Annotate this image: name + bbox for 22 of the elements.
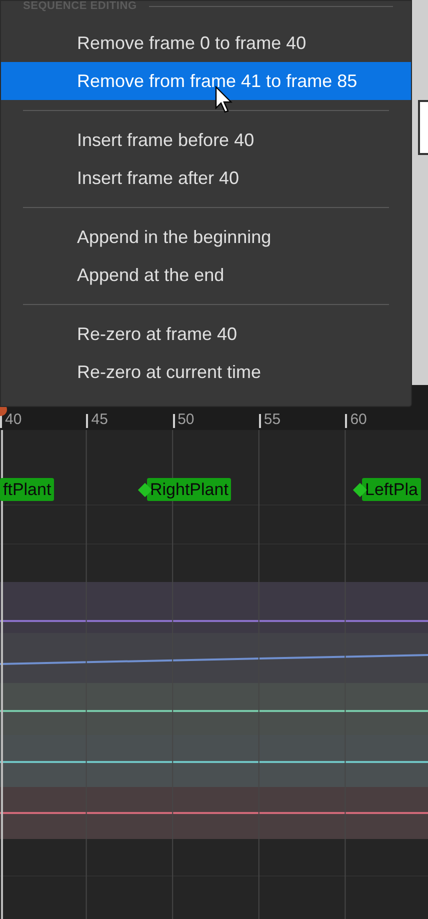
tick-label: 60 [350, 412, 367, 428]
notify-tag[interactable]: RightPlant [147, 478, 232, 501]
tick-mark [258, 414, 261, 428]
menu-item[interactable]: Insert frame before 40 [1, 121, 411, 159]
tick-mark [345, 414, 348, 428]
menu-item[interactable]: Append at the end [1, 256, 411, 294]
notify-tag[interactable]: ftPlant [0, 478, 54, 501]
tick-label: 55 [264, 412, 281, 428]
tick-mark [86, 414, 88, 428]
menu-item[interactable]: Re-zero at current time [1, 353, 411, 391]
menu-item[interactable]: Insert frame after 40 [1, 159, 411, 197]
tick-mark [172, 414, 175, 428]
menu-item[interactable]: Remove from frame 41 to frame 85 [1, 62, 411, 100]
input-field[interactable] [418, 100, 428, 155]
tick-label: 40 [5, 412, 22, 428]
notify-tag[interactable]: LeftPla [362, 478, 421, 501]
cursor-icon [215, 86, 233, 113]
tick-label: 50 [178, 412, 194, 428]
menu-item[interactable]: Remove frame 0 to frame 40 [1, 24, 411, 62]
tick-label: 45 [91, 412, 108, 428]
menu-item[interactable]: Re-zero at frame 40 [1, 315, 411, 353]
menu-item[interactable]: Append in the beginning [1, 218, 411, 256]
